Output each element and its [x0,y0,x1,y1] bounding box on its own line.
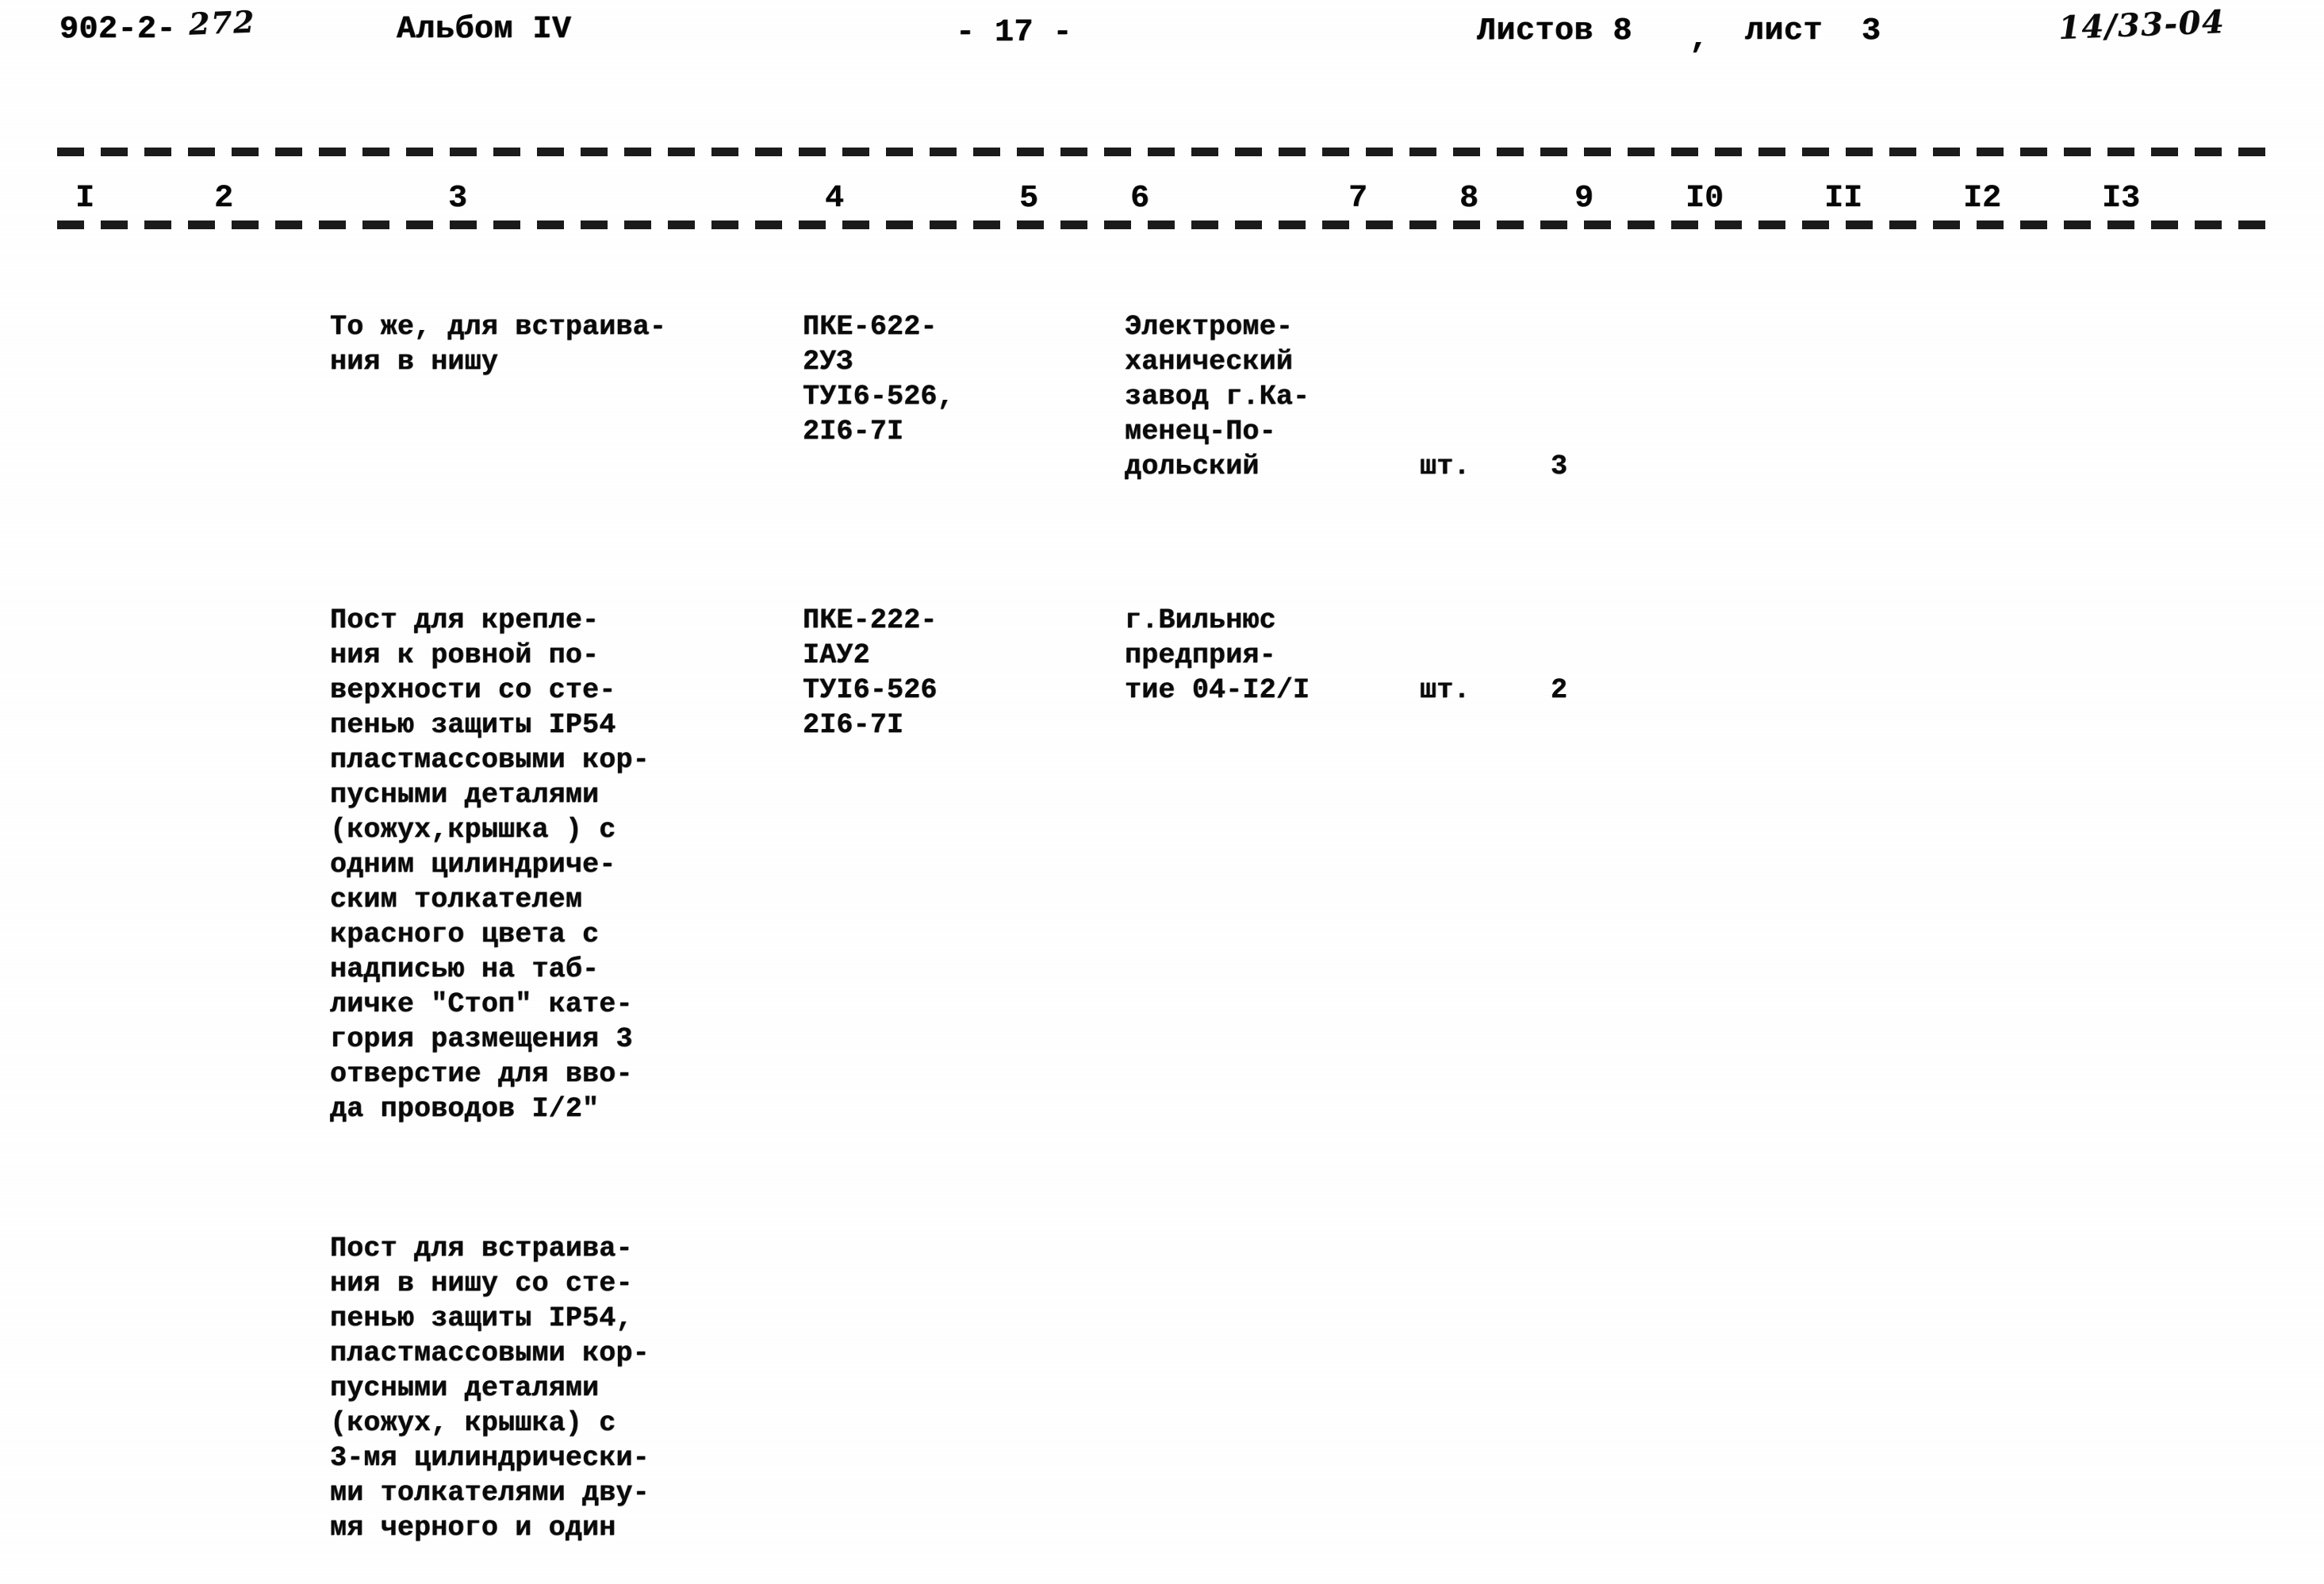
column-number-7: 7 [1348,181,1368,217]
document-code-handwritten-suffix: 272 [188,3,256,42]
table-row-1-unit: шт. [1420,451,1471,482]
table-row-1-manufacturer: Электроме- ханический завод г.Ка- менец-… [1125,311,1310,482]
table-row-2-unit: шт. [1420,674,1471,706]
column-number-13: I3 [2102,181,2141,217]
column-number-9: 9 [1574,181,1594,217]
scanned-document-page: 902-2- 272 Альбом IV - 17 - Листов 8 , л… [0,0,2324,1584]
table-row-1-type-designation: ПКЕ-622- 2УЗ ТУI6-526, 2I6-7I [803,311,954,447]
table-row-1-quantity: 3 [1551,451,1568,482]
table-row-1-description: То же, для встраива- ния в нишу [330,311,667,378]
column-number-2: 2 [214,181,234,217]
table-row-2-quantity: 2 [1551,674,1568,706]
document-code: 902-2- [59,12,177,48]
column-number-8: 8 [1459,181,1479,217]
column-number-10: I0 [1685,181,1724,217]
sheet-separator: , [1689,21,1709,57]
album-label: Альбом IV [397,12,572,48]
column-number-3: 3 [448,181,468,217]
column-number-1: I [75,181,95,217]
column-number-12: I2 [1963,181,2002,217]
drawing-number-handwritten: 14/33-04 [2057,2,2226,48]
table-row-3-description: Пост для встраива- ния в нишу со сте- пе… [330,1233,650,1544]
table-row-2-manufacturer: г.Вильнюс предприя- тие 04-I2/I [1125,604,1310,706]
table-row-2-description: Пост для крепле- ния к ровной по- верхно… [330,604,650,1125]
table-top-dashed-rule [57,148,2270,156]
column-number-11: II [1824,181,1863,217]
column-number-4: 4 [825,181,845,217]
column-number-6: 6 [1130,181,1150,217]
table-bottom-dashed-rule [57,221,2270,229]
sheets-total-label: Листов 8 [1477,13,1633,49]
page-number: - 17 - [956,15,1073,51]
sheet-current-label: лист 3 [1745,13,1881,49]
table-row-2-type-designation: ПКЕ-222- IАУ2 ТУI6-526 2I6-7I [803,604,938,741]
column-number-5: 5 [1019,181,1039,217]
